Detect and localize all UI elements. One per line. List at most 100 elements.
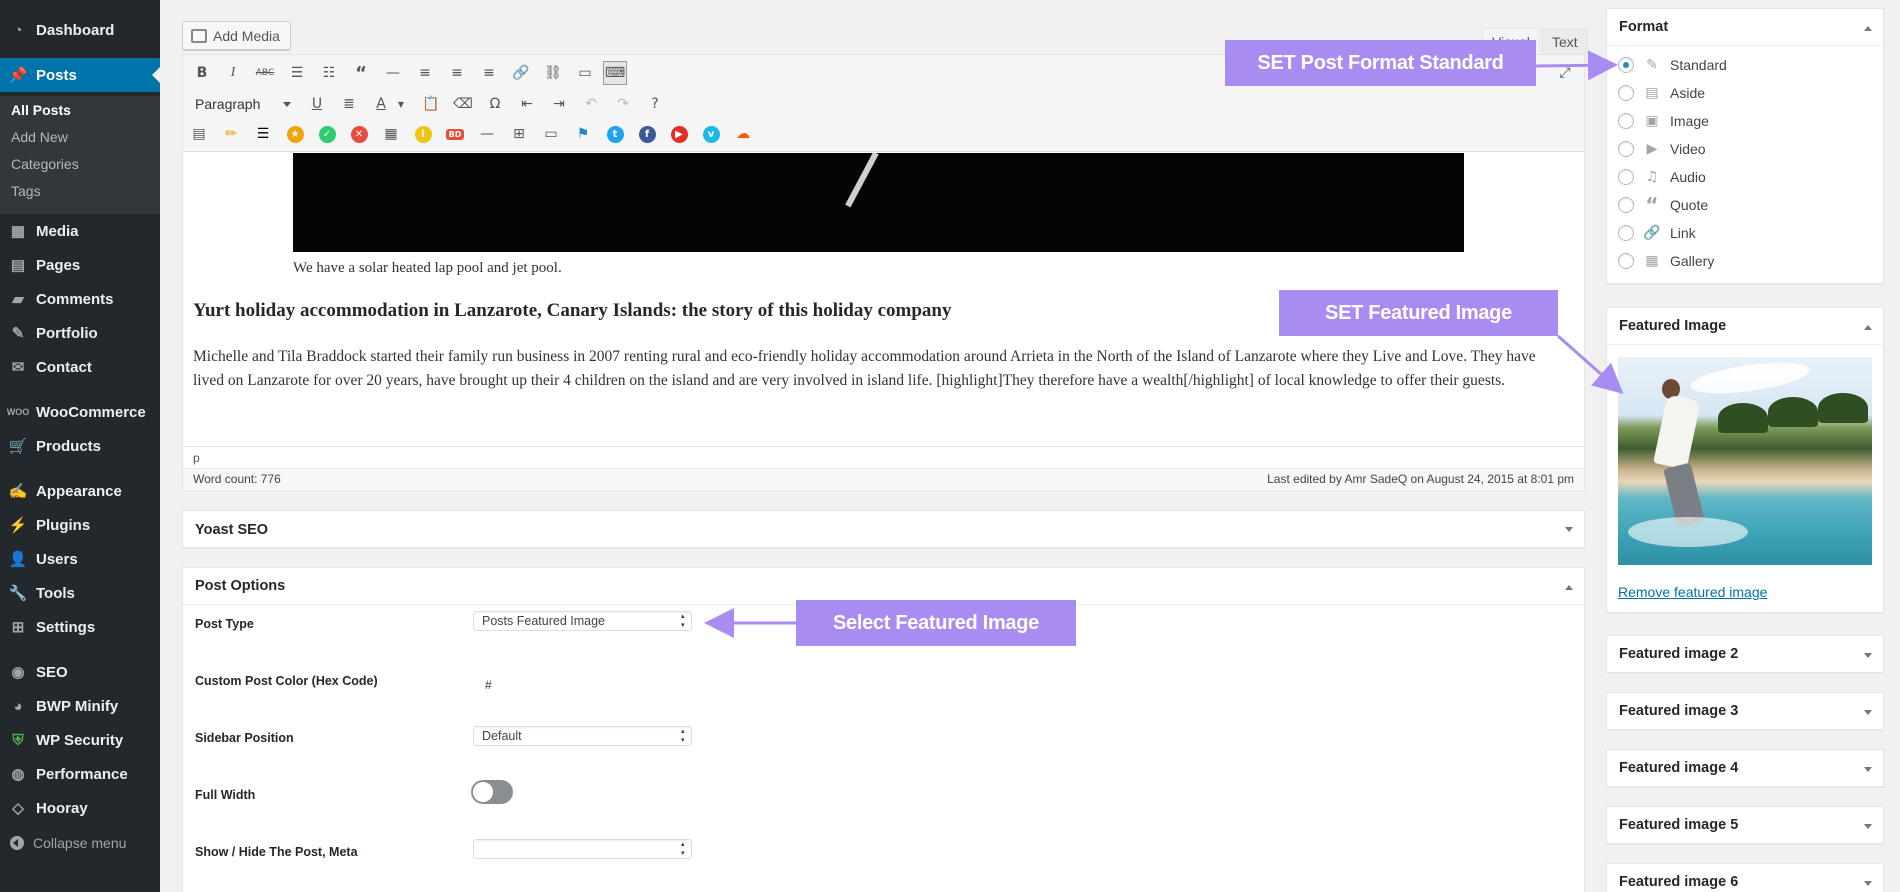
- submenu-add-new[interactable]: Add New: [11, 129, 68, 145]
- calendar-icon[interactable]: ▦: [379, 122, 403, 146]
- unlink-icon[interactable]: ⛓: [541, 61, 565, 85]
- chevron-down-icon[interactable]: [1565, 527, 1573, 532]
- outdent-icon[interactable]: ⇤: [515, 92, 539, 116]
- radio-video[interactable]: [1618, 141, 1634, 157]
- full-width-toggle[interactable]: [471, 780, 513, 804]
- bold-icon[interactable]: B: [190, 61, 214, 85]
- paste-text-icon[interactable]: 📋: [419, 92, 443, 116]
- format-option-standard[interactable]: ✎ Standard: [1618, 55, 1727, 75]
- info-icon[interactable]: i: [411, 122, 435, 146]
- twitter-icon[interactable]: t: [603, 122, 627, 146]
- content-heading[interactable]: Yurt holiday accommodation in Lanzarote,…: [193, 300, 951, 322]
- italic-icon[interactable]: I: [221, 61, 245, 85]
- special-character-icon[interactable]: Ω: [483, 92, 507, 116]
- submenu-tags[interactable]: Tags: [11, 183, 41, 199]
- fullscreen-icon[interactable]: ⤢: [1553, 61, 1577, 85]
- highlight-icon[interactable]: ✏: [219, 122, 243, 146]
- chevron-down-icon[interactable]: [1864, 881, 1872, 886]
- content-image[interactable]: [293, 153, 1464, 252]
- chevron-down-icon[interactable]: [1864, 767, 1872, 772]
- content-paragraph[interactable]: Michelle and Tila Braddock started their…: [193, 345, 1568, 393]
- remove-featured-image-link[interactable]: Remove featured image: [1618, 584, 1767, 600]
- menu-settings[interactable]: ⊞ Settings: [0, 612, 160, 642]
- sidebar-position-select[interactable]: Default: [473, 726, 692, 746]
- chevron-down-icon[interactable]: [1864, 653, 1872, 658]
- blockquote-icon[interactable]: “: [349, 61, 373, 85]
- meta-select[interactable]: [473, 839, 692, 859]
- soundcloud-icon[interactable]: ☁: [731, 122, 755, 146]
- align-center-icon[interactable]: ≡: [445, 61, 469, 85]
- yoast-seo-box[interactable]: Yoast SEO: [182, 510, 1585, 548]
- align-right-icon[interactable]: ≡: [477, 61, 501, 85]
- cross-icon[interactable]: ✕: [347, 122, 371, 146]
- format-option-image[interactable]: ▣ Image: [1618, 111, 1709, 131]
- menu-comments[interactable]: ▰ Comments: [0, 284, 160, 314]
- menu-pages[interactable]: ▤ Pages: [0, 250, 160, 280]
- menu-hooray[interactable]: ◇ Hooray: [0, 793, 160, 823]
- menu-plugins[interactable]: ⚡ Plugins: [0, 510, 160, 540]
- color-hex-input[interactable]: #: [485, 678, 492, 692]
- justify-icon[interactable]: ≣: [337, 92, 361, 116]
- chevron-up-icon[interactable]: [1864, 26, 1872, 31]
- featured-image-2-box[interactable]: Featured image 2: [1606, 635, 1884, 673]
- menu-bwp-minify[interactable]: ◕ BWP Minify: [0, 691, 160, 721]
- clear-formatting-icon[interactable]: ⌫: [451, 92, 475, 116]
- format-select[interactable]: Paragraph: [187, 92, 297, 116]
- radio-link[interactable]: [1618, 225, 1634, 241]
- star-icon[interactable]: ★: [283, 122, 307, 146]
- underline-icon[interactable]: U: [305, 92, 329, 116]
- radio-aside[interactable]: [1618, 85, 1634, 101]
- indent-icon[interactable]: ⇥: [547, 92, 571, 116]
- menu-portfolio[interactable]: ✎ Portfolio: [0, 318, 160, 348]
- radio-audio[interactable]: [1618, 169, 1634, 185]
- help-icon[interactable]: ?: [643, 92, 667, 116]
- menu-appearance[interactable]: ✍ Appearance: [0, 476, 160, 506]
- chevron-up-icon[interactable]: [1565, 585, 1573, 590]
- format-option-aside[interactable]: ▤ Aside: [1618, 83, 1705, 103]
- horizontal-line-icon[interactable]: —: [381, 61, 405, 85]
- badge-icon[interactable]: BD: [443, 122, 467, 146]
- radio-quote[interactable]: [1618, 197, 1634, 213]
- youtube-icon[interactable]: ▶: [667, 122, 691, 146]
- chevron-down-icon[interactable]: [1864, 824, 1872, 829]
- box-icon[interactable]: ▭: [539, 122, 563, 146]
- menu-posts[interactable]: 📌 Posts: [0, 58, 160, 92]
- menu-tools[interactable]: 🔧 Tools: [0, 578, 160, 608]
- check-icon[interactable]: ✓: [315, 122, 339, 146]
- link-icon[interactable]: 🔗: [509, 61, 533, 85]
- chevron-down-icon[interactable]: [1864, 710, 1872, 715]
- menu-users[interactable]: 👤 Users: [0, 544, 160, 574]
- featured-image-thumbnail[interactable]: [1618, 357, 1872, 565]
- format-option-video[interactable]: ▶ Video: [1618, 139, 1706, 159]
- add-media-button[interactable]: Add Media: [182, 21, 291, 50]
- menu-contact[interactable]: ✉ Contact: [0, 352, 160, 382]
- vimeo-icon[interactable]: v: [699, 122, 723, 146]
- bullet-list-icon[interactable]: ☰: [285, 61, 309, 85]
- tab-text[interactable]: Text: [1542, 28, 1588, 54]
- collapse-menu-button[interactable]: Collapse menu: [0, 830, 126, 856]
- format-option-audio[interactable]: ♫ Audio: [1618, 167, 1706, 187]
- menu-dashboard[interactable]: ◔ Dashboard: [0, 15, 160, 45]
- feed-icon[interactable]: ⚑: [571, 122, 595, 146]
- undo-icon[interactable]: ↶: [579, 92, 603, 116]
- divider-icon[interactable]: —: [475, 122, 499, 146]
- radio-image[interactable]: [1618, 113, 1634, 129]
- menu-performance[interactable]: ◍ Performance: [0, 759, 160, 789]
- chevron-up-icon[interactable]: [1864, 325, 1872, 330]
- read-more-icon[interactable]: ▭: [573, 61, 597, 85]
- format-option-link[interactable]: 🔗 Link: [1618, 223, 1696, 243]
- menu-woocommerce[interactable]: WOO WooCommerce: [0, 397, 160, 427]
- submenu-all-posts[interactable]: All Posts: [11, 102, 71, 118]
- radio-gallery[interactable]: [1618, 253, 1634, 269]
- menu-products[interactable]: 🛒 Products: [0, 431, 160, 461]
- facebook-icon[interactable]: f: [635, 122, 659, 146]
- radio-standard[interactable]: [1618, 57, 1634, 73]
- format-option-gallery[interactable]: ▦ Gallery: [1618, 251, 1714, 271]
- strikethrough-icon[interactable]: ABC: [253, 61, 277, 85]
- menu-wp-security[interactable]: ⛨ WP Security: [0, 725, 160, 755]
- box-plus-icon[interactable]: ⊞: [507, 122, 531, 146]
- featured-image-4-box[interactable]: Featured image 4: [1606, 749, 1884, 787]
- featured-image-6-box[interactable]: Featured image 6: [1606, 863, 1884, 892]
- shortcode-icon[interactable]: ▤: [187, 122, 211, 146]
- post-type-select[interactable]: Posts Featured Image: [473, 611, 692, 631]
